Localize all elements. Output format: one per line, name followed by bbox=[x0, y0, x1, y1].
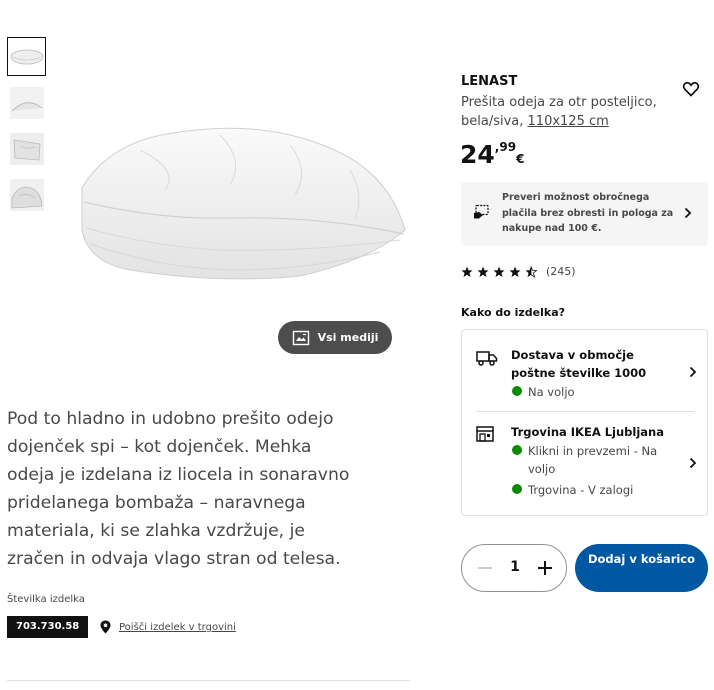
financing-banner[interactable]: Preveri možnost obročnega plačila brez o… bbox=[461, 182, 708, 246]
available-dot bbox=[512, 484, 522, 494]
article-number-label: Številka izdelka bbox=[7, 594, 85, 605]
thumbnail-strip bbox=[7, 37, 47, 221]
available-dot bbox=[512, 445, 522, 455]
rating-stars bbox=[461, 265, 537, 278]
available-dot bbox=[512, 386, 522, 396]
price: 24,99€ bbox=[460, 140, 524, 169]
thumbnail-2[interactable] bbox=[7, 83, 46, 122]
credit-card-icon bbox=[474, 204, 489, 219]
price-currency: € bbox=[516, 152, 525, 166]
home-delivery-option[interactable]: Dostava v območje poštne številke 1000 N… bbox=[476, 346, 697, 404]
financing-text: Preveri možnost obročnega plačila brez o… bbox=[502, 192, 674, 234]
home-delivery-status-text: Na voljo bbox=[528, 385, 575, 399]
delivery-options: Dostava v območje poštne številke 1000 N… bbox=[461, 329, 708, 516]
thumbnail-3[interactable] bbox=[7, 129, 46, 168]
article-number: 703.730.58 bbox=[7, 616, 89, 638]
product-image bbox=[81, 127, 406, 280]
thumbnail-4[interactable] bbox=[7, 175, 46, 214]
location-pin-icon bbox=[100, 620, 111, 634]
price-integer: 24 bbox=[460, 140, 495, 169]
chevron-right-icon bbox=[689, 366, 697, 378]
delivery-heading: Kako do izdelka? bbox=[461, 306, 566, 319]
in-store-text: Trgovina - V zalogi bbox=[528, 483, 634, 497]
gallery-icon bbox=[292, 330, 309, 345]
store-option[interactable]: Trgovina IKEA Ljubljana Klikni in prevze… bbox=[476, 423, 697, 503]
click-collect-status: Klikni in prevzemi - Na voljo bbox=[511, 442, 671, 478]
in-store-status: Trgovina - V zalogi bbox=[511, 481, 671, 499]
product-size-link[interactable]: 110x125 cm bbox=[528, 114, 609, 129]
product-description: Pod to hladno in udobno prešito odejo do… bbox=[7, 409, 350, 569]
find-in-store-link[interactable]: Poišči izdelek v trgovini bbox=[100, 620, 236, 634]
chevron-right-icon bbox=[689, 457, 697, 469]
price-decimal: ,99 bbox=[494, 140, 517, 154]
chevron-right-icon bbox=[684, 207, 692, 219]
heart-icon[interactable] bbox=[682, 80, 700, 98]
add-to-cart-button[interactable]: Dodaj v košarico bbox=[575, 544, 708, 592]
truck-icon bbox=[476, 351, 498, 366]
minus-icon[interactable] bbox=[478, 567, 492, 569]
click-collect-text: Klikni in prevzemi - Na voljo bbox=[528, 444, 658, 476]
find-in-store-label: Poišči izdelek v trgovini bbox=[119, 621, 236, 633]
divider bbox=[7, 680, 410, 681]
quantity-stepper: 1 bbox=[461, 544, 567, 592]
divider bbox=[476, 411, 694, 412]
rating[interactable]: (245) bbox=[461, 265, 576, 278]
plus-icon[interactable] bbox=[536, 558, 554, 578]
home-delivery-status: Na voljo bbox=[511, 383, 671, 401]
store-title: Trgovina IKEA Ljubljana bbox=[511, 425, 665, 439]
quantity-value[interactable]: 1 bbox=[508, 559, 522, 575]
product-subtitle: Prešita odeja za otr posteljico, bela/si… bbox=[461, 93, 671, 131]
rating-count: (245) bbox=[546, 265, 576, 278]
all-media-button[interactable]: Vsi mediji bbox=[278, 321, 392, 354]
store-icon bbox=[476, 426, 494, 442]
home-delivery-title: Dostava v območje poštne številke 1000 bbox=[511, 348, 647, 380]
thumbnail-1[interactable] bbox=[7, 37, 46, 76]
all-media-label: Vsi mediji bbox=[317, 331, 379, 344]
product-name: LENAST bbox=[461, 74, 518, 89]
